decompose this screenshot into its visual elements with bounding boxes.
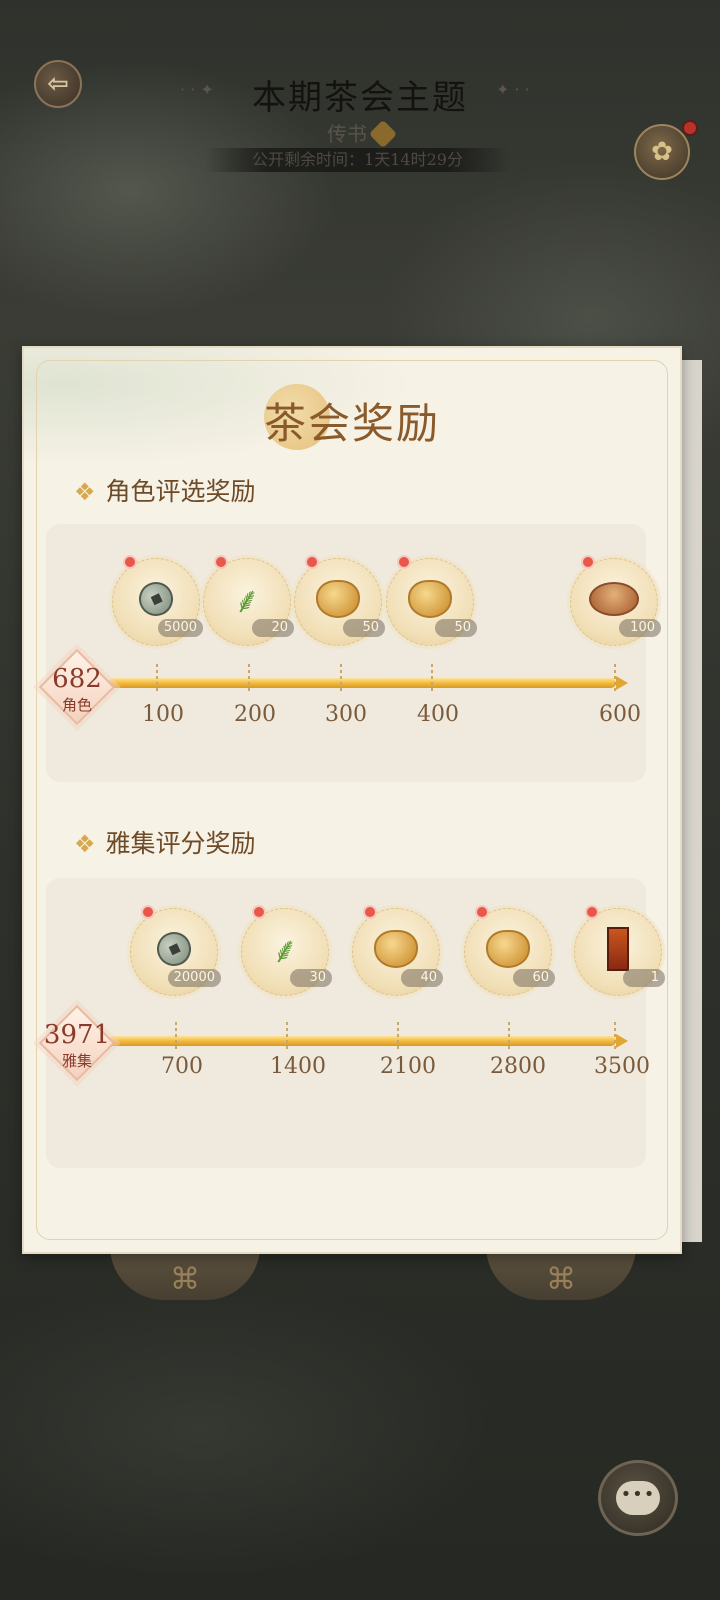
mooncake-icon bbox=[589, 581, 639, 616]
gold-cloud-icon bbox=[374, 929, 418, 968]
section-heading-gathering: ❖ 雅集评分奖励 bbox=[74, 824, 256, 860]
role-track: 5000 ⸙ 20 50 50 100 100 200 300 400 600 … bbox=[38, 524, 661, 782]
chat-bubble-icon: ••• bbox=[616, 1481, 660, 1515]
copper-coin-icon bbox=[133, 575, 179, 622]
gold-cloud-icon bbox=[408, 579, 452, 618]
reward-slot[interactable]: 50 bbox=[386, 555, 477, 646]
reward-count: 30 bbox=[290, 969, 332, 987]
red-dot bbox=[305, 555, 319, 569]
reward-count: 20000 bbox=[167, 969, 221, 987]
sparkle-icon: ✦ · · bbox=[496, 80, 530, 99]
score-badge: 682 角色 bbox=[38, 648, 116, 726]
score-badge: 3971 雅集 bbox=[38, 1004, 116, 1082]
book-scroll-icon bbox=[607, 926, 629, 971]
progress-tick bbox=[397, 1022, 399, 1052]
reward-slot[interactable]: 50 bbox=[294, 555, 385, 646]
score-value: 682 bbox=[52, 664, 102, 694]
info-icon[interactable] bbox=[368, 119, 398, 149]
reward-slot[interactable]: ⸙ 30 bbox=[241, 905, 332, 996]
panel-title: 茶会奖励 bbox=[263, 399, 440, 448]
diamond-icon: ❖ bbox=[74, 830, 96, 858]
reward-count: 60 bbox=[513, 969, 555, 987]
tick-label: 200 bbox=[234, 702, 276, 727]
copper-coin-icon bbox=[151, 925, 197, 972]
red-dot bbox=[363, 905, 377, 919]
tick-label: 3500 bbox=[594, 1054, 650, 1079]
red-dot bbox=[123, 555, 137, 569]
progress-tick bbox=[431, 664, 433, 694]
progress-tick bbox=[156, 664, 158, 694]
tick-label: 400 bbox=[417, 702, 459, 727]
reward-slot[interactable]: 5000 bbox=[112, 555, 203, 646]
chat-button[interactable]: ••• bbox=[598, 1460, 678, 1536]
red-dot bbox=[585, 905, 599, 919]
theme-name: 传书 bbox=[327, 122, 367, 146]
reward-count: 40 bbox=[401, 969, 443, 987]
score-value: 3971 bbox=[43, 1020, 111, 1050]
reward-slot[interactable]: 60 bbox=[464, 905, 555, 996]
tea-leaf-icon: ⸙ bbox=[271, 930, 299, 972]
theme-subtitle[interactable]: 传书 bbox=[0, 118, 720, 149]
knot-ornament-icon: ⌘ bbox=[170, 1262, 200, 1297]
red-dot bbox=[475, 905, 489, 919]
progress-tick bbox=[508, 1022, 510, 1052]
reward-count: 100 bbox=[619, 619, 661, 637]
progress-tick bbox=[340, 664, 342, 694]
tick-label: 600 bbox=[599, 702, 641, 727]
score-label: 角色 bbox=[61, 696, 92, 714]
tick-label: 2800 bbox=[490, 1054, 546, 1079]
reward-count: 5000 bbox=[157, 619, 203, 637]
section-title: 角色评选奖励 bbox=[105, 477, 256, 506]
score-label: 雅集 bbox=[61, 1052, 92, 1070]
tick-label: 100 bbox=[142, 702, 184, 727]
tick-label: 700 bbox=[161, 1054, 203, 1079]
progress-bar bbox=[108, 1036, 616, 1046]
progress-tick bbox=[614, 664, 616, 694]
section-heading-role: ❖ 角色评选奖励 bbox=[74, 472, 256, 508]
tick-label: 300 bbox=[325, 702, 367, 727]
red-dot bbox=[214, 555, 228, 569]
page-title: 本期茶会主题 bbox=[252, 78, 468, 118]
reward-slot[interactable]: 40 bbox=[352, 905, 443, 996]
red-dot bbox=[397, 555, 411, 569]
gold-cloud-icon bbox=[316, 579, 360, 618]
reward-slot[interactable]: 100 bbox=[570, 555, 661, 646]
reward-slot[interactable]: 20000 bbox=[130, 905, 221, 996]
progress-tick bbox=[175, 1022, 177, 1052]
notification-dot bbox=[682, 120, 698, 136]
progress-arrow-icon bbox=[616, 1034, 628, 1048]
tick-label: 1400 bbox=[270, 1054, 326, 1079]
countdown-timer: 公开剩余时间：1天14时29分 bbox=[205, 148, 510, 172]
gold-cloud-icon bbox=[486, 929, 530, 968]
progress-bar bbox=[108, 678, 616, 688]
reward-count: 20 bbox=[252, 619, 294, 637]
progress-tick bbox=[248, 664, 250, 694]
tea-leaf-icon: ⸙ bbox=[233, 580, 261, 622]
knot-ornament-icon: ⌘ bbox=[546, 1262, 576, 1297]
red-dot bbox=[581, 555, 595, 569]
tick-label: 2100 bbox=[380, 1054, 436, 1079]
reward-count: 50 bbox=[435, 619, 477, 637]
reward-panel: 茶会奖励 ❖ 角色评选奖励 5000 ⸙ 20 50 50 100 100 20… bbox=[22, 346, 682, 1254]
reward-slot[interactable]: 1 bbox=[574, 905, 665, 996]
lotus-button[interactable]: ✿ bbox=[634, 124, 690, 180]
panel-title-area: 茶会奖励 bbox=[24, 368, 680, 450]
reward-count: 50 bbox=[343, 619, 385, 637]
diamond-icon: ❖ bbox=[74, 478, 96, 506]
section-title: 雅集评分奖励 bbox=[105, 829, 256, 858]
progress-tick bbox=[286, 1022, 288, 1052]
red-dot bbox=[141, 905, 155, 919]
red-dot bbox=[252, 905, 266, 919]
reward-count: 1 bbox=[623, 969, 665, 987]
reward-slot[interactable]: ⸙ 20 bbox=[203, 555, 294, 646]
progress-tick bbox=[614, 1022, 616, 1052]
lotus-icon: ✿ bbox=[651, 137, 673, 167]
progress-arrow-icon bbox=[616, 676, 628, 690]
gathering-track: 20000 ⸙ 30 40 60 1 700 1400 2100 2800 35… bbox=[38, 878, 665, 1168]
